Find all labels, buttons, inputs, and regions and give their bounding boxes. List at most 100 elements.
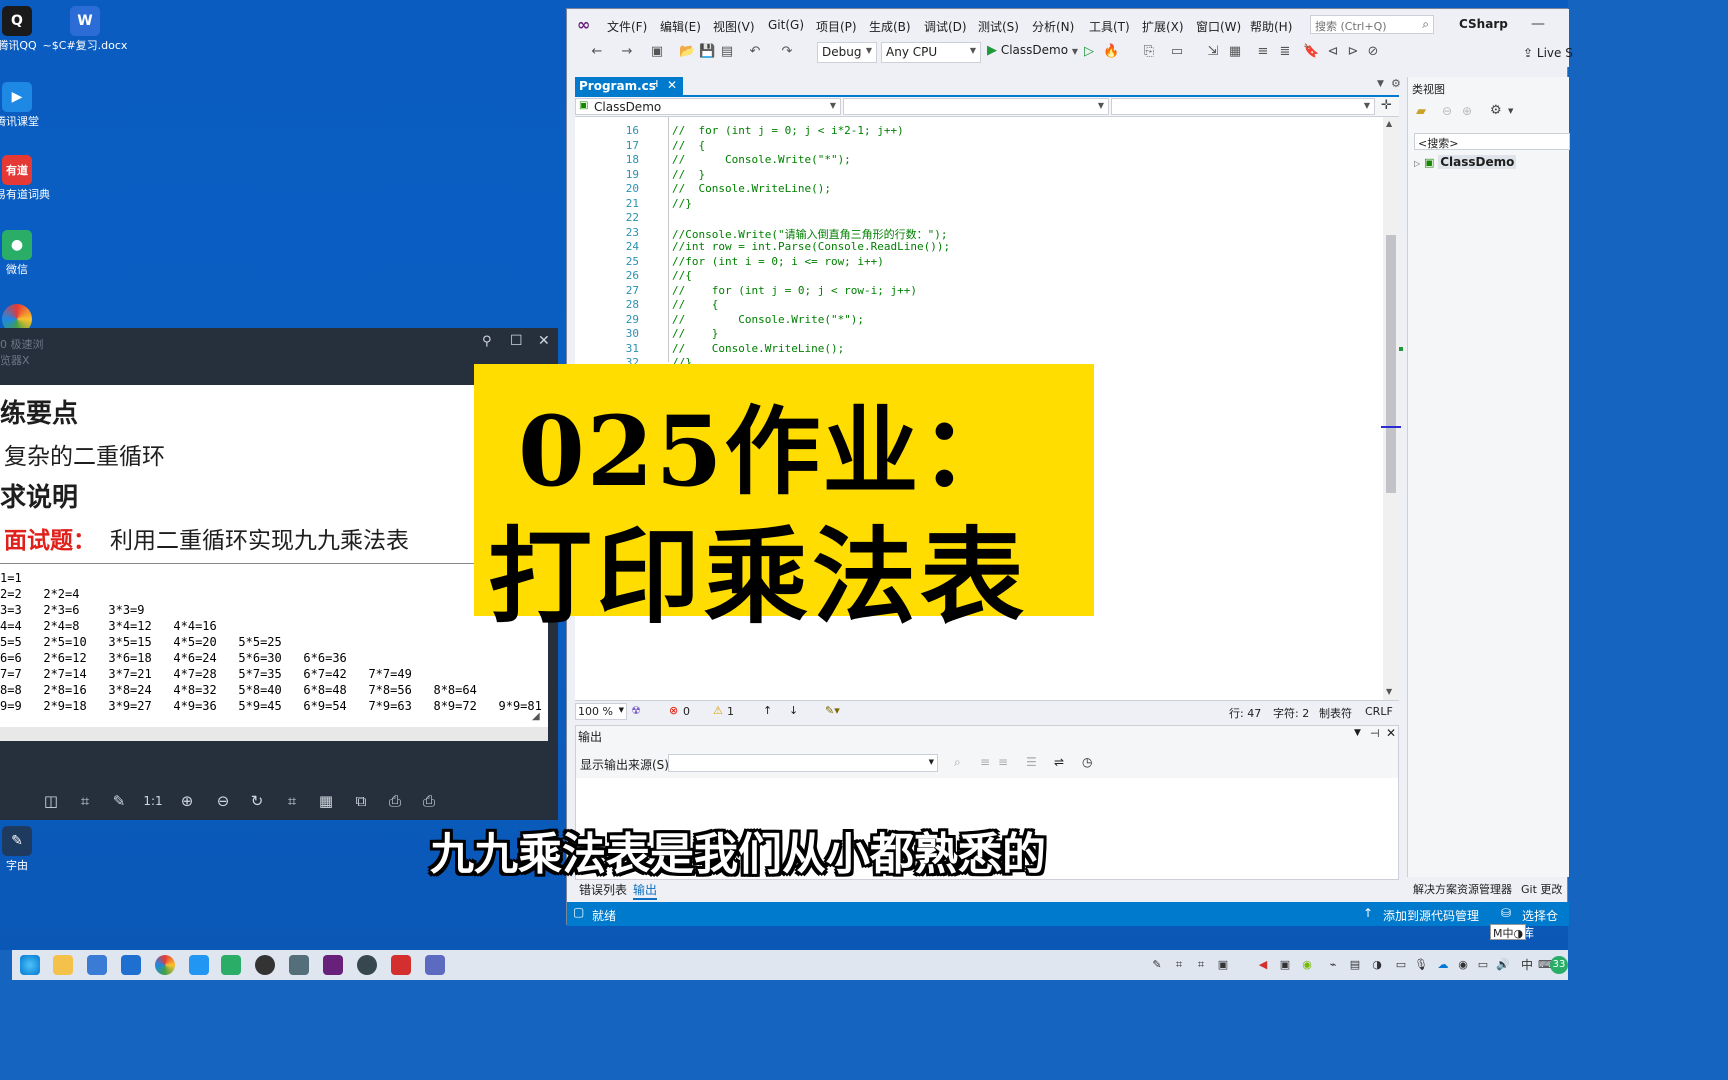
code-line[interactable]: //int row = int.Parse(Console.ReadLine()… [672,240,950,253]
warning-icon[interactable]: ⚠ [713,704,723,717]
comment-icon[interactable]: ≡ [1255,44,1271,60]
crop-icon[interactable]: ⌗ [1194,958,1208,972]
crop-icon[interactable]: ⌗ [281,790,303,812]
tab-overflow-icon[interactable]: ▼ [1377,79,1384,89]
print-icon[interactable]: ⎙ [418,790,440,812]
navigate-back-icon[interactable]: ← [589,44,605,60]
line-ending[interactable]: CRLF [1365,705,1393,718]
maximize-icon[interactable]: ☐ [510,333,523,349]
menu-debug[interactable]: 调试(D) [924,18,967,35]
menu-file[interactable]: 文件(F) [607,18,647,35]
code-line[interactable]: // for (int j = 0; j < row-i; j++) [672,284,917,297]
live-share-button[interactable]: ⇪ Live S [1523,46,1573,60]
configuration-select[interactable]: Debug ▼ [817,42,877,63]
ime-toolbar[interactable]: M中◑ [1490,924,1527,940]
tab-output[interactable]: 输出 [633,881,658,900]
wechat-taskbar-icon[interactable] [221,955,241,975]
step-icon[interactable]: ⇲ [1205,44,1221,60]
scroll-down-icon[interactable]: ▼ [1386,687,1392,696]
clock-app-icon[interactable] [357,955,377,975]
new-project-icon[interactable]: ▣ [649,44,665,60]
code-line[interactable]: //for (int i = 0; i <= row; i++) [672,255,884,268]
menu-tools[interactable]: 工具(T) [1089,18,1130,35]
chrome-icon[interactable] [155,955,175,975]
close-icon[interactable]: ✕ [667,78,677,92]
message-icon[interactable]: ▢ [573,905,584,919]
code-line[interactable]: //} [672,197,692,210]
code-line[interactable]: // Console.Write("*"); [672,153,851,166]
zoom-in-icon[interactable]: ⊕ [176,790,198,812]
ocr-icon[interactable]: ⌗ [74,790,96,812]
select-repository[interactable]: 选择仓库 [1522,907,1569,941]
class-view-search-input[interactable]: <搜索> [1414,133,1570,150]
image-viewer-taskbar-icon[interactable] [425,955,445,975]
gallery-icon[interactable]: ▦ [315,790,337,812]
find-message-icon[interactable]: ⌕ [954,755,961,770]
error-count[interactable]: 0 [683,705,690,718]
menu-view[interactable]: 视图(V) [713,18,755,35]
gear-icon[interactable]: ⚙ [1490,103,1502,118]
hot-reload-icon[interactable]: 🔥 [1103,44,1119,60]
undo-icon[interactable]: ↶ [747,44,763,60]
code-line[interactable]: // { [672,139,705,152]
type-scope-select[interactable]: ▼ [843,98,1109,115]
menu-extensions[interactable]: 扩展(X) [1142,18,1184,35]
uncomment-icon[interactable]: ≣ [1277,44,1293,60]
start-without-debug-icon[interactable]: ▷ [1081,44,1097,60]
code-line[interactable]: // { [672,298,718,311]
visual-studio-taskbar-icon[interactable] [323,955,343,975]
edit-image-icon[interactable]: ✎ [108,790,130,812]
notification-badge[interactable]: 33 [1550,956,1568,974]
expand-icon[interactable]: ▷ [1414,159,1420,168]
menu-edit[interactable]: 编辑(E) [660,18,701,35]
microphone-icon[interactable]: 🎙 [1414,958,1428,972]
desktop-icon-docx[interactable]: W ~$C#复习.docx [40,6,130,53]
gear-icon[interactable]: ⚙ [1391,77,1401,90]
tray-icon[interactable]: ▭ [1394,958,1408,972]
bookmark-icon[interactable]: 🔖 [1303,44,1319,60]
prev-issue-icon[interactable]: ↑ [763,704,772,717]
mail-icon[interactable] [121,955,141,975]
code-line[interactable]: // Console.Write("*"); [672,313,864,326]
store-icon[interactable] [87,955,107,975]
nvidia-icon[interactable]: ◉ [1300,958,1314,972]
screenshot-icon[interactable]: ⌗ [1172,958,1186,972]
menu-project[interactable]: 项目(P) [816,18,857,35]
tree-node-classdemo[interactable]: ▷ ▣ ClassDemo [1414,155,1517,169]
layout-icon[interactable]: ▭ [1169,44,1185,60]
code-line[interactable]: // for (int j = 0; j < i*2-1; j++) [672,124,904,137]
warning-count[interactable]: 1 [727,705,734,718]
ime-indicator[interactable]: 中 [1520,958,1534,972]
zoom-select[interactable]: 100 % ▼ [575,703,627,720]
app-tray-icon[interactable]: ▣ [1216,958,1230,972]
zoom-out-icon[interactable]: ⊖ [212,790,234,812]
menu-test[interactable]: 测试(S) [978,18,1019,35]
bookmark-clear-icon[interactable]: ⊘ [1365,44,1381,60]
menu-build[interactable]: 生成(B) [869,18,911,35]
close-icon[interactable]: ✕ [1386,726,1396,740]
folder-icon[interactable]: ▰ [1416,104,1426,119]
tab-solution-explorer[interactable]: 解决方案资源管理器 [1413,881,1512,897]
tab-program-cs[interactable]: Program.cs ⊣ ✕ [575,77,683,95]
scroll-up-icon[interactable]: ▲ [1386,119,1392,128]
code-line[interactable]: // } [672,327,718,340]
code-cleanup-icon[interactable]: ✎▾ [825,704,840,717]
tray-icon[interactable]: ▣ [1278,958,1292,972]
code-line[interactable]: //{ [672,269,692,282]
tab-error-list[interactable]: 错误列表 [579,881,627,898]
back-icon[interactable]: ⊖ [1442,104,1452,118]
forward-icon[interactable]: ⊕ [1462,104,1472,118]
pen-icon[interactable]: ✎ [1150,958,1164,972]
desktop-icon-ziyou[interactable]: ✎ 字由 [0,826,62,873]
search-box[interactable]: 搜索 (Ctrl+Q) ⌕ [1310,15,1434,34]
volume-icon[interactable]: 🔊 [1496,958,1510,972]
split-window-icon[interactable]: ✛ [1381,98,1392,113]
desktop-icon-tencent-classroom[interactable]: ▶ 腾讯课堂 [0,82,62,129]
menu-analyze[interactable]: 分析(N) [1032,18,1074,35]
save-icon[interactable]: 💾 [699,44,715,60]
search-input[interactable]: 搜索 (Ctrl+Q) [1315,18,1387,34]
tray-red-icon[interactable]: ◀ [1256,958,1270,972]
minimize-icon[interactable]: — [1531,16,1545,32]
wps-icon[interactable] [391,955,411,975]
desktop-icon-youdao[interactable]: 有道 网易有道词典 [0,155,62,202]
